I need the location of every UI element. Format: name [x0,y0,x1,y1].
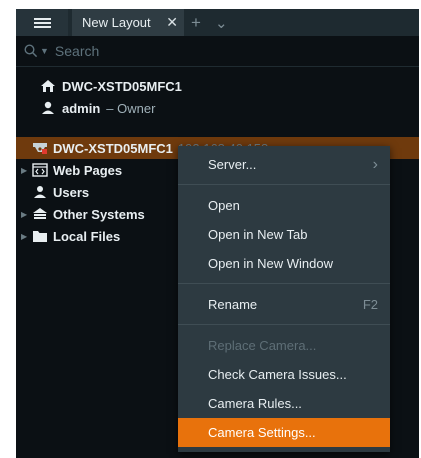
folder-icon [31,228,49,244]
menu-item-camera-settings[interactable]: Camera Settings... [178,418,390,447]
menu-divider [178,283,390,284]
search-input[interactable]: Search [55,43,99,59]
users-icon [31,184,49,200]
camera-icon [31,140,49,156]
context-menu: Server... › Open Open in New Tab Open in… [178,146,390,452]
menu-item-server[interactable]: Server... › [178,150,390,179]
tree-item-label: Other Systems [53,206,145,222]
server-name: DWC-XSTD05MFC1 [62,78,182,94]
app-window: New Layout ✕ + ⌄ ▼ Search DWC-XSTD05MFC1 [16,9,419,458]
menu-item-rename[interactable]: Rename F2 [178,290,390,319]
user-row: admin – Owner [16,97,419,119]
menu-item-open[interactable]: Open [178,191,390,220]
menu-divider [178,324,390,325]
menu-divider [178,184,390,185]
user-icon [40,100,56,116]
tree-item-label: Users [53,184,90,200]
search-options-chevron-icon[interactable]: ▼ [40,46,49,56]
chevron-down-icon[interactable]: ⌄ [208,9,235,36]
menu-item-open-in-new-window[interactable]: Open in New Window [178,249,390,278]
home-server-icon [40,78,56,94]
add-tab-icon[interactable]: + [184,9,208,36]
hamburger-icon [33,16,51,30]
user-name: admin [62,100,101,116]
menu-item-camera-rules[interactable]: Camera Rules... [178,389,390,418]
expand-arrow-icon[interactable]: ▶ [21,232,31,241]
shortcut-label: F2 [362,297,378,312]
server-row[interactable]: DWC-XSTD05MFC1 [16,75,419,97]
tab-new-layout[interactable]: New Layout ✕ [72,9,184,36]
expand-arrow-icon[interactable]: ▶ [21,210,31,219]
other-systems-icon [31,206,49,222]
menu-item-replace-camera: Replace Camera... [208,338,317,353]
tree-item-label: Local Files [53,228,121,244]
user-role: – Owner [106,100,156,116]
menu-item-check-camera-issues[interactable]: Check Camera Issues... [178,360,390,389]
search-icon [24,44,38,58]
tree-item-label: Web Pages [53,162,123,178]
tab-label: New Layout [82,15,151,30]
main-menu-button[interactable] [16,9,68,36]
search-bar[interactable]: ▼ Search [16,36,419,67]
current-server-info: DWC-XSTD05MFC1 admin – Owner [16,75,419,119]
web-page-icon [31,162,49,178]
menu-item-open-in-new-tab[interactable]: Open in New Tab [178,220,390,249]
close-icon[interactable]: ✕ [166,14,178,31]
chevron-right-icon: › [372,155,378,173]
expand-arrow-icon[interactable]: ▶ [21,166,31,175]
title-bar: New Layout ✕ + ⌄ [16,9,419,36]
camera-name: DWC-XSTD05MFC1 [53,140,173,156]
